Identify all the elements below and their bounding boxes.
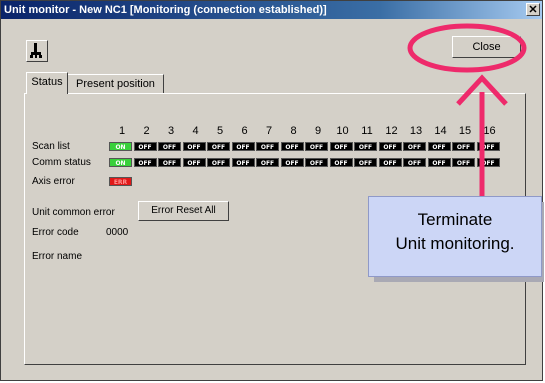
tab-status[interactable]: Status xyxy=(26,72,68,94)
highlight-ellipse xyxy=(407,23,527,73)
annotation-overlay xyxy=(407,23,527,196)
